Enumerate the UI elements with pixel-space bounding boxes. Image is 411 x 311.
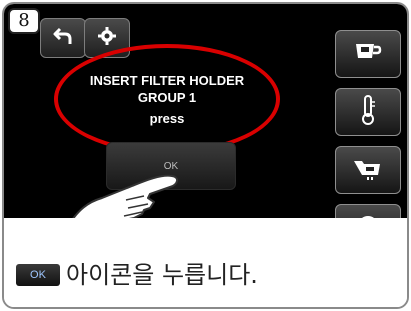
filter-holder-button[interactable]: [335, 146, 401, 194]
temperature-button[interactable]: [335, 88, 401, 136]
thermometer-icon: [358, 94, 378, 130]
back-button[interactable]: [40, 18, 86, 58]
message-box: INSERT FILTER HOLDER GROUP 1 press: [62, 64, 272, 134]
ok-icon: OK: [16, 264, 60, 286]
side-button-panel: [327, 16, 407, 218]
message-line-1: INSERT FILTER HOLDER: [89, 73, 245, 88]
cup-button[interactable]: [335, 30, 401, 78]
timer-button[interactable]: [335, 204, 401, 218]
message-line-2: GROUP 1: [137, 90, 197, 105]
step-number-badge: 8: [8, 8, 40, 34]
gear-icon: [97, 26, 117, 50]
filter-holder-icon: [352, 155, 384, 185]
message-line-3: press: [149, 111, 185, 126]
pointing-hand-icon: [64, 164, 204, 218]
instruction-card: 8 INSERT FILTER HOLDER GROUP 1 press OK …: [2, 2, 409, 309]
caption-text: 아이콘을 누릅니다.: [66, 261, 258, 289]
cup-icon: [353, 40, 383, 68]
ok-icon-label: OK: [30, 269, 46, 281]
caption-area: OK 아이콘을 누릅니다.: [4, 218, 407, 307]
device-screen: INSERT FILTER HOLDER GROUP 1 press OK: [4, 4, 407, 218]
back-arrow-icon: [52, 25, 74, 51]
